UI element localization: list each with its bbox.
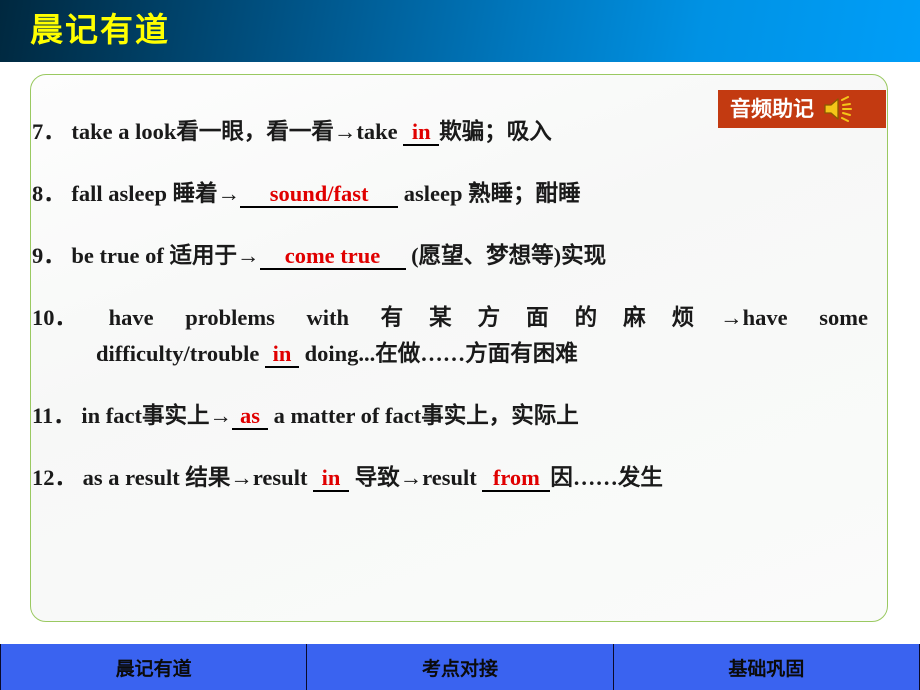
answer-blank: in	[313, 466, 350, 492]
item-text-post: 因……发生	[550, 465, 663, 490]
answer-blank: come true	[259, 244, 406, 270]
list-item: 10． have problems with 有某方面的麻烦→have some	[32, 304, 868, 332]
item-number: 9．	[32, 243, 66, 268]
answer-blank: sound/fast	[240, 182, 399, 208]
item-word: with	[306, 305, 349, 330]
item-text-pre: take a look看一眼，看一看→take	[71, 119, 404, 144]
answer-blank: in	[403, 120, 440, 146]
item-number: 10．	[32, 305, 78, 330]
answer-blank: as	[232, 404, 269, 430]
footer-tab-label: 考点对接	[421, 657, 498, 680]
item-text-pre: in fact事实上→	[81, 403, 233, 428]
item-number: 12．	[32, 465, 78, 490]
list-item: 8． fall asleep 睡着→ sound/fast asleep 熟睡；酣…	[32, 180, 888, 208]
item-number: 11．	[32, 403, 76, 428]
item-text-pre: fall asleep 睡着→	[71, 181, 241, 206]
item-text-pre: be true of 适用于→	[71, 243, 260, 268]
answer-blank-2: from	[482, 466, 551, 492]
footer-tab-label: 基础巩固	[728, 657, 805, 680]
item-number: 7．	[32, 119, 66, 144]
list-item: 9． be true of 适用于→ come true (愿望、梦想等)实现	[32, 242, 888, 270]
page-title: 晨记有道	[30, 10, 170, 49]
list-item: 11． in fact事实上→ as a matter of fact事实上，实际…	[32, 402, 888, 430]
item-text-post: doing...在做……方面有困难	[298, 341, 578, 366]
item-text-pre: difficulty/trouble	[96, 341, 265, 366]
item-word: problems	[185, 305, 275, 330]
footer-nav: 晨记有道 考点对接 基础巩固	[0, 644, 920, 690]
list-item: 12． as a result 结果→result in 导致→result f…	[32, 464, 888, 492]
list-item: 7． take a look看一眼，看一看→take in 欺骗；吸入	[32, 118, 888, 146]
slide-header: 晨记有道	[0, 0, 920, 62]
footer-tab-label: 晨记有道	[115, 657, 192, 680]
footer-tab-2[interactable]: 考点对接	[307, 644, 614, 690]
item-word: some	[819, 305, 868, 330]
item-number: 8．	[32, 181, 66, 206]
item-text-post: 欺骗；吸入	[439, 119, 552, 144]
item-text-post: asleep 熟睡；酣睡	[398, 181, 581, 206]
item-word: have	[108, 305, 154, 330]
footer-tab-1[interactable]: 晨记有道	[0, 644, 308, 690]
footer-tab-3[interactable]: 基础巩固	[614, 644, 920, 690]
item-text-pre: as a result 结果→result	[82, 465, 314, 490]
answer-blank: in	[264, 342, 299, 368]
item-text-mid: 导致→result	[349, 465, 483, 490]
item-word: 有某方面的麻烦→have	[380, 305, 788, 330]
item-text-post: a matter of fact事实上，实际上	[268, 403, 579, 428]
list-item-continuation: difficulty/trouble in doing...在做……方面有困难	[32, 340, 888, 368]
vocabulary-list: 7． take a look看一眼，看一看→take in 欺骗；吸入 8． fa…	[32, 118, 888, 526]
item-text-post: (愿望、梦想等)实现	[405, 243, 607, 268]
